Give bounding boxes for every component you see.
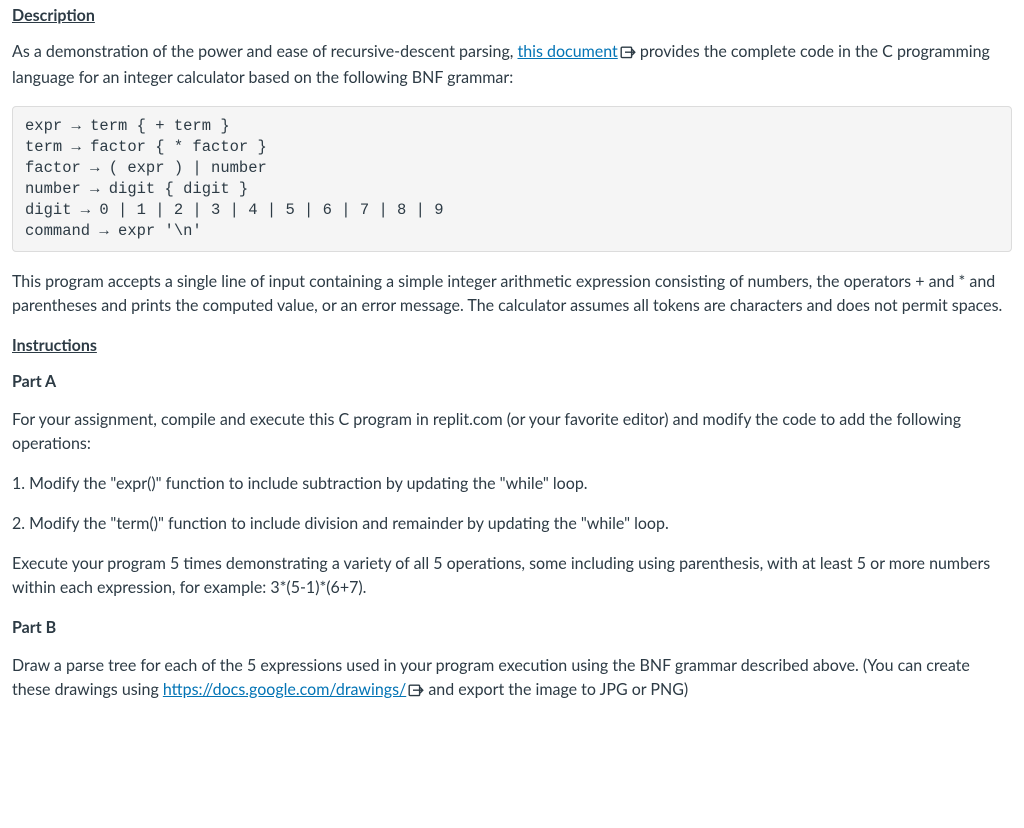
drawings-link[interactable]: https://docs.google.com/drawings/ xyxy=(163,680,406,699)
part-a-item-2: 2. Modify the "term()" function to inclu… xyxy=(12,512,1012,536)
post-code-paragraph: This program accepts a single line of in… xyxy=(12,270,1012,318)
intro-paragraph: As a demonstration of the power and ease… xyxy=(12,40,1012,90)
description-heading: Description xyxy=(12,4,1012,28)
this-document-link[interactable]: this document xyxy=(518,42,618,61)
part-b-paragraph: Draw a parse tree for each of the 5 expr… xyxy=(12,654,1012,704)
external-link-icon xyxy=(408,680,424,704)
part-a-exec: Execute your program 5 times demonstrati… xyxy=(12,552,1012,600)
part-b-label: Part B xyxy=(12,616,1012,640)
part-a-label: Part A xyxy=(12,370,1012,394)
external-link-icon xyxy=(620,42,636,66)
part-a-intro: For your assignment, compile and execute… xyxy=(12,408,1012,456)
instructions-heading: Instructions xyxy=(12,334,1012,358)
bnf-code-block: expr → term { + term } term → factor { *… xyxy=(12,106,1012,252)
part-a-item-1: 1. Modify the "expr()" function to inclu… xyxy=(12,472,1012,496)
intro-text-before: As a demonstration of the power and ease… xyxy=(12,42,518,61)
part-b-text-after: and export the image to JPG or PNG) xyxy=(424,680,688,699)
